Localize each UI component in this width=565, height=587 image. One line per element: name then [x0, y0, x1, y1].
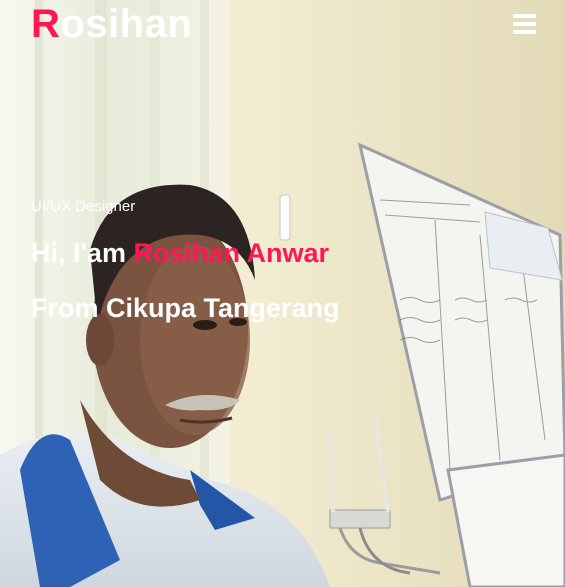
brand-logo-initial: R — [31, 2, 61, 46]
brand-logo[interactable]: Rosihan — [31, 2, 192, 46]
hero-greeting-prefix: Hi, I'am — [31, 238, 134, 268]
hero-greeting: Hi, I'am Rosihan Anwar — [31, 237, 329, 269]
hero-location: From Cikupa Tangerang — [31, 293, 340, 323]
hamburger-icon — [513, 14, 536, 34]
hero-subtitle: UI/UX Designer — [31, 198, 136, 215]
hero-name: Rosihan Anwar — [133, 238, 329, 268]
hamburger-menu-button[interactable] — [513, 14, 536, 36]
brand-logo-text: osihan — [60, 2, 193, 46]
